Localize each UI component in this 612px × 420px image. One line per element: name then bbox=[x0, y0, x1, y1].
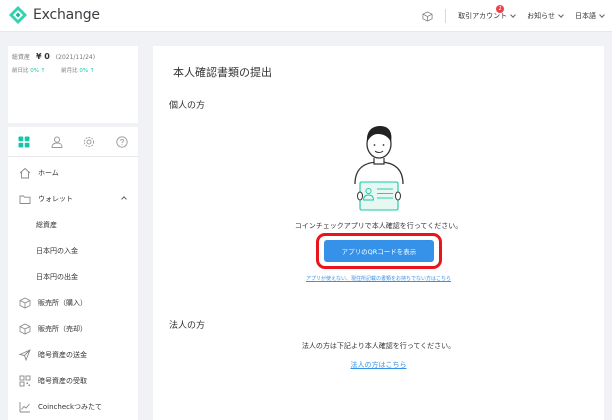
header-menu: 取引アカウント 2 お知らせ 日本語 bbox=[410, 0, 605, 32]
sidebar-item-jpy-withdraw[interactable]: 日本円の出金 bbox=[8, 264, 138, 290]
tab-dashboard[interactable] bbox=[8, 127, 41, 156]
qr-button-highlight: アプリのQRコードを表示 bbox=[316, 233, 442, 269]
sidebar-item-label: 日本円の入金 bbox=[36, 247, 78, 255]
main-content: 本人確認書類の提出 個人の方 コインチェックアプリで本人確認を行ってください。 … bbox=[153, 46, 604, 420]
logo[interactable]: Exchange bbox=[8, 4, 100, 26]
sidebar-item-home[interactable]: ホーム bbox=[8, 160, 138, 186]
notice-label: お知らせ bbox=[527, 12, 555, 20]
sidebar-item-sell[interactable]: 販売所（売却） bbox=[8, 316, 138, 342]
sidebar-item-buy[interactable]: 販売所（購入） bbox=[8, 290, 138, 316]
home-icon bbox=[18, 166, 32, 180]
chevron-down-icon bbox=[558, 11, 564, 18]
sidebar-item-wallet[interactable]: ウォレット bbox=[8, 186, 138, 212]
sidebar-tabs bbox=[8, 127, 138, 157]
sidebar-item-label: 暗号資産の受取 bbox=[38, 377, 87, 385]
sidebar-item-tsumitate[interactable]: Coincheckつみたて bbox=[8, 394, 138, 420]
language-label: 日本語 bbox=[575, 12, 596, 20]
sidebar-item-label: 販売所（購入） bbox=[38, 299, 87, 307]
corporate-message: 法人の方は下記より本人確認を行ってください。 bbox=[301, 342, 456, 350]
cube-icon bbox=[18, 322, 32, 336]
grid-icon bbox=[18, 136, 30, 147]
day-change-label: 前日比 bbox=[12, 68, 29, 74]
corporate-section-title: 法人の方 bbox=[169, 321, 206, 331]
sidebar-item-label: ホーム bbox=[38, 169, 59, 177]
chevron-down-icon bbox=[510, 11, 516, 18]
month-change-value: 0% ↑ bbox=[79, 68, 95, 74]
cube-icon bbox=[18, 296, 32, 310]
send-icon bbox=[18, 348, 32, 362]
top-header: Exchange 取引アカウント 2 お知らせ 日本語 bbox=[0, 0, 612, 32]
sidebar-item-label: 販売所（売却） bbox=[38, 325, 87, 333]
gear-icon bbox=[84, 136, 95, 147]
person-id-card-illustration bbox=[354, 126, 404, 211]
page-title: 本人確認書類の提出 bbox=[173, 66, 272, 79]
chevron-down-icon bbox=[599, 11, 605, 18]
folder-icon bbox=[18, 192, 32, 206]
tab-help[interactable] bbox=[106, 127, 139, 156]
alternative-verification-link[interactable]: アプリが使えない、現住所記載の書類をお持ちでない方はこちら bbox=[153, 275, 604, 282]
sidebar-item-label: 暗号資産の送金 bbox=[38, 351, 87, 359]
individual-message: コインチェックアプリで本人確認を行ってください。 bbox=[294, 222, 463, 230]
individual-section-title: 個人の方 bbox=[169, 101, 206, 111]
user-icon bbox=[51, 136, 63, 148]
language-menu[interactable]: 日本語 bbox=[575, 11, 605, 21]
help-icon bbox=[116, 135, 128, 148]
notice-menu[interactable]: お知らせ bbox=[527, 11, 564, 21]
chart-up-icon bbox=[18, 400, 32, 414]
account-menu[interactable]: 取引アカウント 2 bbox=[458, 5, 516, 21]
qr-code-icon bbox=[18, 374, 32, 388]
tab-user[interactable] bbox=[41, 127, 74, 156]
sidebar-item-label: Coincheckつみたて bbox=[38, 403, 103, 411]
sidebar-item-jpy-deposit[interactable]: 日本円の入金 bbox=[8, 238, 138, 264]
sidebar-item-label: ウォレット bbox=[38, 195, 73, 203]
balance-summary: 総資産 ¥ 0 (2021/11/24) bbox=[12, 52, 95, 61]
corporate-link[interactable]: 法人の方はこちら bbox=[153, 360, 604, 370]
logo-text: Exchange bbox=[33, 7, 100, 23]
balance-amount: ¥ 0 bbox=[35, 52, 50, 61]
sidebar: 総資産 ¥ 0 (2021/11/24) 前日比 0% ↑ 前月比 0% ↑ ホ… bbox=[8, 46, 138, 420]
cube-icon[interactable] bbox=[422, 11, 433, 22]
balance-label: 総資産 bbox=[12, 54, 31, 61]
coincheck-logo-icon bbox=[9, 6, 27, 24]
tab-settings[interactable] bbox=[73, 127, 106, 156]
sidebar-nav: ホーム ウォレット 総資産 日本円の入金 日本円の出金 販売所（購入） 販売所（… bbox=[8, 160, 138, 420]
day-change-value: 0% ↑ bbox=[30, 68, 46, 74]
sidebar-item-send[interactable]: 暗号資産の送金 bbox=[8, 342, 138, 368]
sidebar-item-total-assets[interactable]: 総資産 bbox=[8, 212, 138, 238]
balance-date: (2021/11/24) bbox=[55, 54, 96, 61]
sidebar-item-receive[interactable]: 暗号資産の受取 bbox=[8, 368, 138, 394]
show-qr-code-button[interactable]: アプリのQRコードを表示 bbox=[324, 240, 434, 262]
balance-change: 前日比 0% ↑ 前月比 0% ↑ bbox=[12, 66, 94, 74]
sidebar-item-label: 日本円の出金 bbox=[36, 273, 78, 281]
chevron-up-icon bbox=[121, 196, 127, 202]
month-change-label: 前月比 bbox=[61, 68, 78, 74]
sidebar-item-label: 総資産 bbox=[36, 221, 57, 229]
header-divider bbox=[445, 9, 447, 23]
